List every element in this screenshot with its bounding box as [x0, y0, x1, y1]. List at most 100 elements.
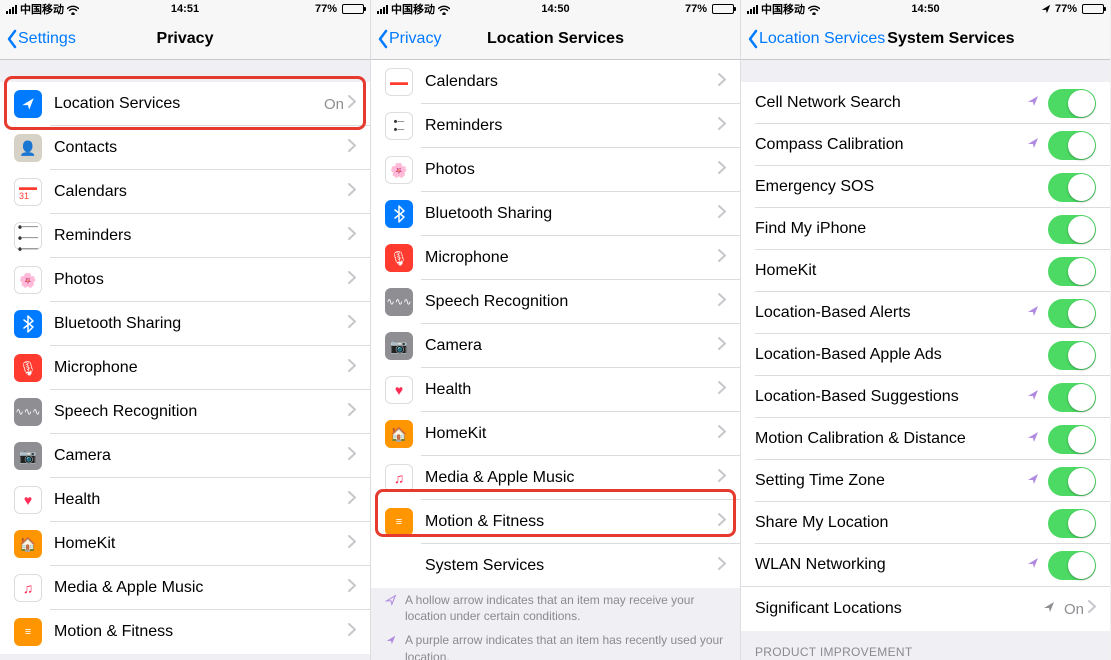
row-reminders[interactable]: ⦁――⦁――⦁―― Reminders	[0, 214, 370, 258]
row-label: Photos	[54, 271, 348, 289]
carrier-label: 中国移动	[20, 1, 64, 17]
row-motion-calibration-distance[interactable]: Motion Calibration & Distance	[741, 418, 1110, 460]
toggle-switch[interactable]	[1048, 425, 1096, 454]
row-camera[interactable]: 📷 Camera	[371, 324, 740, 368]
privacy-screen: 中国移动 14:51 77% Settings Privacy Location…	[0, 0, 370, 660]
row-calendars[interactable]: ▬▬31 Calendars	[0, 170, 370, 214]
chevron-right-icon	[348, 95, 356, 113]
toggle-switch[interactable]	[1048, 383, 1096, 412]
location-arrow-icon	[1026, 304, 1040, 323]
footer-text: As applications request access to your d…	[0, 654, 370, 660]
row-media-music[interactable]: ♫ Media & Apple Music	[0, 566, 370, 610]
status-bar: 中国移动 14:50 77%	[371, 0, 740, 18]
row-location-based-alerts[interactable]: Location-Based Alerts	[741, 292, 1110, 334]
row-cell-network-search[interactable]: Cell Network Search	[741, 82, 1110, 124]
row-label: Compass Calibration	[755, 136, 1026, 154]
clock-label: 14:50	[911, 3, 939, 15]
row-health[interactable]: ♥ Health	[0, 478, 370, 522]
toggle-switch[interactable]	[1048, 215, 1096, 244]
row-share-my-location[interactable]: Share My Location	[741, 502, 1110, 544]
row-microphone[interactable]: 🎙 Microphone	[371, 236, 740, 280]
row-label: Location-Based Apple Ads	[755, 346, 1048, 364]
calendar-icon: ▬▬31	[14, 178, 42, 206]
chevron-right-icon	[348, 535, 356, 553]
toggle-switch[interactable]	[1048, 299, 1096, 328]
row-camera[interactable]: 📷 Camera	[0, 434, 370, 478]
row-label: Media & Apple Music	[54, 579, 348, 597]
contacts-icon: 👤	[14, 134, 42, 162]
row-wlan-networking[interactable]: WLAN Networking	[741, 544, 1110, 586]
section-header: PRODUCT IMPROVEMENT	[741, 631, 1110, 660]
back-button[interactable]: Privacy	[377, 29, 441, 49]
row-calendars[interactable]: ▬▬ Calendars	[371, 60, 740, 104]
nav-header: Settings Privacy	[0, 18, 370, 60]
toggle-switch[interactable]	[1048, 89, 1096, 118]
row-label: HomeKit	[54, 535, 348, 553]
location-arrow-icon	[1026, 94, 1040, 113]
row-location-services[interactable]: Location Services On	[0, 82, 370, 126]
row-microphone[interactable]: 🎙 Microphone	[0, 346, 370, 390]
row-setting-time-zone[interactable]: Setting Time Zone	[741, 460, 1110, 502]
row-emergency-sos[interactable]: Emergency SOS	[741, 166, 1110, 208]
row-reminders[interactable]: ⦁―⦁― Reminders	[371, 104, 740, 148]
microphone-icon: 🎙	[385, 244, 413, 272]
row-compass-calibration[interactable]: Compass Calibration	[741, 124, 1110, 166]
row-homekit[interactable]: 🏠 HomeKit	[371, 412, 740, 456]
row-photos[interactable]: 🌸 Photos	[0, 258, 370, 302]
chevron-right-icon	[348, 359, 356, 377]
chevron-right-icon	[348, 315, 356, 333]
legend-purple: A purple arrow indicates that an item ha…	[371, 628, 740, 660]
location-arrow-icon	[1042, 600, 1056, 619]
blank-icon	[385, 552, 413, 580]
row-bluetooth[interactable]: Bluetooth Sharing	[371, 192, 740, 236]
chevron-right-icon	[718, 73, 726, 91]
row-label: Calendars	[425, 73, 718, 91]
system-services-list: Cell Network Search Compass Calibration Em…	[741, 82, 1110, 586]
row-label: Microphone	[425, 249, 718, 267]
row-location-based-apple-ads[interactable]: Location-Based Apple Ads	[741, 334, 1110, 376]
toggle-switch[interactable]	[1048, 173, 1096, 202]
chevron-right-icon	[348, 183, 356, 201]
homekit-icon: 🏠	[14, 530, 42, 558]
row-label: Camera	[54, 447, 348, 465]
nav-header: Location Services System Services	[741, 18, 1110, 60]
row-label: Location Services	[54, 95, 324, 113]
chevron-right-icon	[348, 271, 356, 289]
nav-header: Privacy Location Services	[371, 18, 740, 60]
battery-pct-label: 77%	[685, 3, 707, 15]
toggle-switch[interactable]	[1048, 551, 1096, 580]
row-homekit[interactable]: HomeKit	[741, 250, 1110, 292]
row-significant-locations[interactable]: Significant Locations On	[741, 587, 1110, 631]
row-motion-fitness[interactable]: ≡ Motion & Fitness	[371, 500, 740, 544]
row-health[interactable]: ♥ Health	[371, 368, 740, 412]
chevron-right-icon	[718, 293, 726, 311]
legend-text: A hollow arrow indicates that an item ma…	[405, 592, 726, 624]
row-contacts[interactable]: 👤 Contacts	[0, 126, 370, 170]
row-location-based-suggestions[interactable]: Location-Based Suggestions	[741, 376, 1110, 418]
row-detail: On	[324, 96, 344, 113]
row-label: Microphone	[54, 359, 348, 377]
toggle-switch[interactable]	[1048, 467, 1096, 496]
row-find-my-iphone[interactable]: Find My iPhone	[741, 208, 1110, 250]
row-label: HomeKit	[755, 262, 1048, 280]
toggle-switch[interactable]	[1048, 257, 1096, 286]
row-label: Location-Based Alerts	[755, 304, 1026, 322]
row-motion-fitness[interactable]: ≡ Motion & Fitness	[0, 610, 370, 654]
row-label: Health	[425, 381, 718, 399]
row-speech[interactable]: ∿∿∿ Speech Recognition	[371, 280, 740, 324]
back-button[interactable]: Settings	[6, 29, 76, 49]
toggle-switch[interactable]	[1048, 131, 1096, 160]
homekit-icon: 🏠	[385, 420, 413, 448]
row-system-services[interactable]: System Services	[371, 544, 740, 588]
toggle-switch[interactable]	[1048, 509, 1096, 538]
row-speech[interactable]: ∿∿∿ Speech Recognition	[0, 390, 370, 434]
location-arrow-icon	[1026, 556, 1040, 575]
row-label: Location-Based Suggestions	[755, 388, 1026, 406]
toggle-switch[interactable]	[1048, 341, 1096, 370]
legend-text: A purple arrow indicates that an item ha…	[405, 632, 726, 660]
back-button[interactable]: Location Services	[747, 29, 885, 49]
row-bluetooth[interactable]: Bluetooth Sharing	[0, 302, 370, 346]
row-photos[interactable]: 🌸 Photos	[371, 148, 740, 192]
row-homekit[interactable]: 🏠 HomeKit	[0, 522, 370, 566]
row-media-music[interactable]: ♫ Media & Apple Music	[371, 456, 740, 500]
